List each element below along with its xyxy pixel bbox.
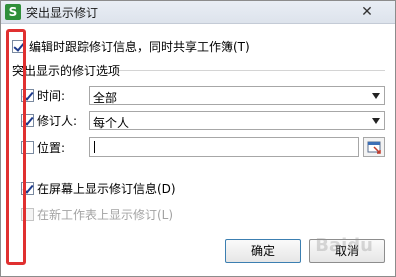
section-title: 突出显示的修订选项 — [12, 64, 121, 78]
show-on-screen-label[interactable]: 在屏幕上显示修订信息(D) — [37, 180, 176, 197]
location-input[interactable] — [89, 137, 359, 157]
close-icon[interactable]: ✕ — [359, 4, 375, 20]
watermark: Baidu — [315, 235, 373, 256]
chevron-down-icon[interactable] — [372, 118, 380, 124]
track-changes-label[interactable]: 编辑时跟踪修订信息，同时共享工作簿(T) — [29, 38, 250, 55]
time-dropdown-value: 全部 — [93, 91, 118, 105]
section-divider — [119, 70, 385, 71]
chevron-down-icon[interactable] — [372, 93, 380, 99]
time-dropdown[interactable]: 全部 — [89, 86, 385, 105]
text-caret — [94, 141, 95, 153]
wps-spreadsheet-icon: S — [5, 4, 21, 20]
annotation-highlight-box — [6, 29, 26, 265]
list-in-new-sheet-label: 在新工作表上显示修订(L) — [37, 208, 174, 222]
reviser-label[interactable]: 修订人: — [37, 112, 77, 129]
reviser-dropdown[interactable]: 每个人 — [89, 111, 385, 130]
reviser-dropdown-value: 每个人 — [93, 116, 130, 130]
title-bar: S 突出显示修订 ✕ — [1, 1, 395, 24]
highlight-changes-dialog: S 突出显示修订 ✕ 编辑时跟踪修订信息，同时共享工作簿(T) 突出显示的修订选… — [0, 0, 396, 277]
location-label[interactable]: 位置: — [37, 139, 65, 156]
range-picker-button[interactable] — [363, 137, 385, 157]
range-select-icon — [367, 141, 381, 154]
time-label[interactable]: 时间: — [37, 87, 65, 104]
dialog-title: 突出显示修订 — [26, 6, 99, 20]
